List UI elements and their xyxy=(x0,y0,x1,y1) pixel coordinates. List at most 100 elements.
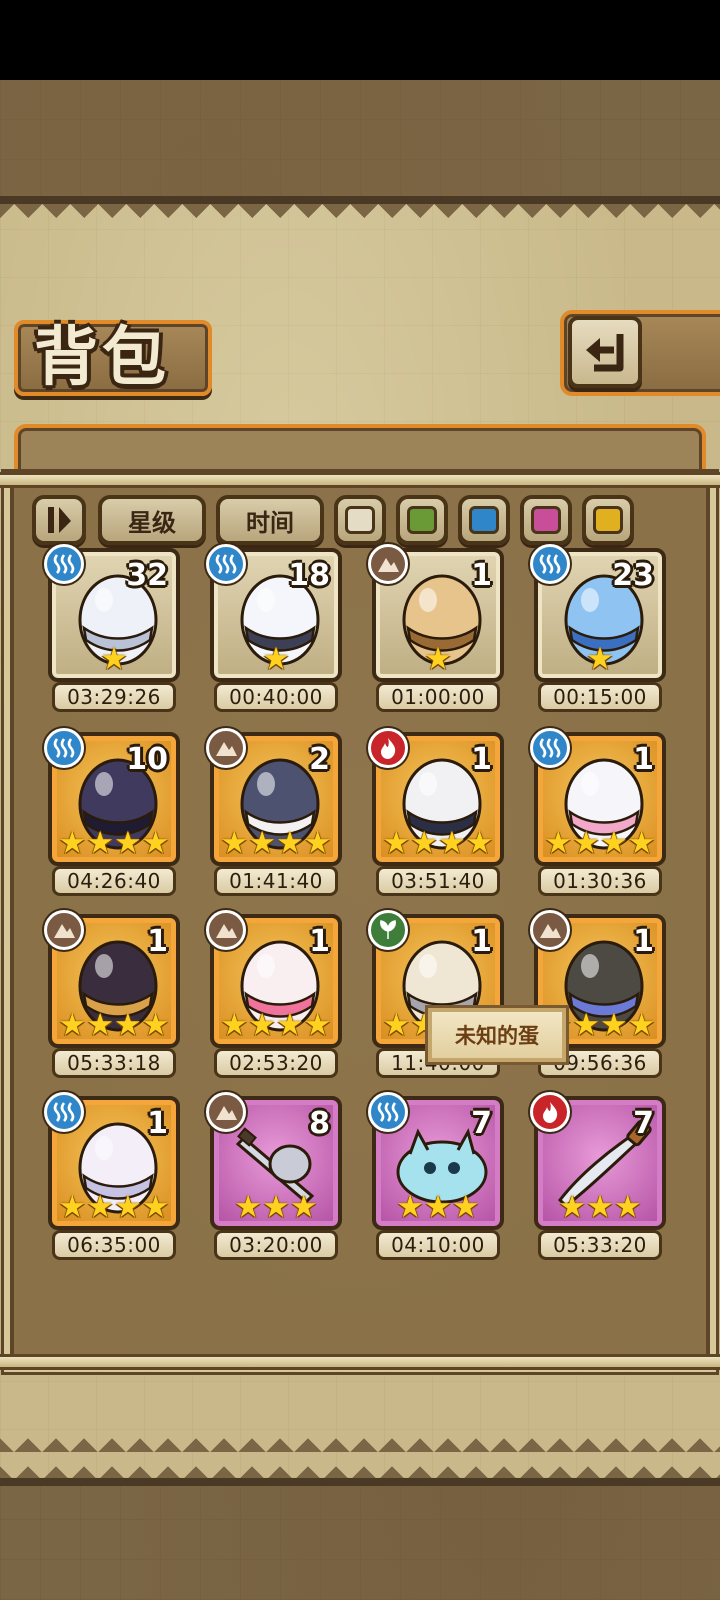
panel-rail-bottom xyxy=(0,1354,720,1370)
egg-slot[interactable]: 1 ★ xyxy=(368,544,504,682)
element-badge xyxy=(44,1092,84,1132)
star-icon: ★ xyxy=(438,825,466,861)
white-filter-button[interactable] xyxy=(334,495,386,545)
element-badge xyxy=(206,728,246,768)
item-count: 23 xyxy=(612,558,654,593)
item-count: 7 xyxy=(633,1106,654,1141)
star-icon: ★ xyxy=(382,825,411,861)
item-count: 32 xyxy=(126,558,168,593)
egg-slot[interactable]: 10 ★ ★ ★ ★ xyxy=(44,728,180,866)
star-icon: ★ xyxy=(613,1189,642,1225)
item-name-tooltip: 未知的蛋 xyxy=(428,1008,566,1062)
hatch-timer: 03:51:40 xyxy=(376,866,500,896)
item-count: 1 xyxy=(633,924,654,959)
hatch-timer: 01:41:40 xyxy=(214,866,338,896)
star-icon: ★ xyxy=(303,825,332,861)
star-icon: ★ xyxy=(114,1189,142,1225)
torn-edge-top xyxy=(0,204,720,232)
star-icon: ★ xyxy=(234,1189,263,1225)
star-rating: ★ ★ ★ xyxy=(376,1190,500,1224)
star-icon: ★ xyxy=(141,825,170,861)
pink-filter-button[interactable] xyxy=(520,495,572,545)
fire-element-icon xyxy=(381,738,396,759)
hatch-timer: 04:10:00 xyxy=(376,1230,500,1260)
yellow-filter-button[interactable] xyxy=(582,495,634,545)
water-element-icon xyxy=(53,1102,75,1122)
earth-element-icon xyxy=(540,924,561,938)
sort-order-button[interactable] xyxy=(32,495,86,545)
white-filter-swatch xyxy=(345,506,375,534)
star-rating: ★★★★ xyxy=(52,826,176,860)
water-element-icon xyxy=(53,554,75,574)
star-icon: ★ xyxy=(58,1007,87,1043)
egg-slot[interactable]: 1★★★★ xyxy=(206,910,342,1048)
green-filter-swatch xyxy=(407,506,437,534)
star-icon: ★ xyxy=(572,825,600,861)
star-icon: ★ xyxy=(558,1189,587,1225)
egg-slot[interactable]: 1 ★★★★ xyxy=(44,1092,180,1230)
egg-slot[interactable]: 1★★★★ xyxy=(368,728,504,866)
star-icon: ★ xyxy=(627,1007,656,1043)
panel-rail-top xyxy=(0,472,720,488)
egg-slot[interactable]: 7 ★ ★ ★ xyxy=(530,1092,666,1230)
pink-filter-swatch xyxy=(531,506,561,534)
item-count: 1 xyxy=(633,742,654,777)
star-icon: ★ xyxy=(248,1007,276,1043)
star-icon: ★ xyxy=(600,825,628,861)
element-badge xyxy=(44,544,84,584)
star-icon: ★ xyxy=(262,641,290,677)
status-bar-area xyxy=(0,0,720,80)
star-icon: ★ xyxy=(424,641,452,677)
sort-by-time-button[interactable]: 时间 xyxy=(216,495,324,545)
star-icon: ★ xyxy=(382,1007,411,1043)
earth-element-icon xyxy=(54,924,75,938)
hatch-timer: 03:29:26 xyxy=(52,682,176,712)
sort-by-star-button[interactable]: 星级 xyxy=(98,495,206,545)
star-icon: ★ xyxy=(465,825,494,861)
wood-element-icon xyxy=(380,920,396,939)
blue-filter-swatch xyxy=(469,506,499,534)
star-icon: ★ xyxy=(303,1007,332,1043)
water-element-icon xyxy=(215,554,237,574)
star-rating: ★★★★ xyxy=(52,1190,176,1224)
star-rating: ★ xyxy=(52,642,176,676)
star-icon: ★ xyxy=(396,1189,425,1225)
egg-slot[interactable]: 8 ★ ★ ★ xyxy=(206,1092,342,1230)
egg-slot[interactable]: 1★★★★ xyxy=(530,728,666,866)
egg-slot[interactable]: 18 ★ xyxy=(206,544,342,682)
star-icon: ★ xyxy=(220,1007,249,1043)
element-badge xyxy=(530,910,570,950)
star-icon: ★ xyxy=(544,825,573,861)
star-icon: ★ xyxy=(86,825,114,861)
page-title: 背包 xyxy=(34,320,170,395)
element-badge xyxy=(368,1092,408,1132)
inventory-panel-header xyxy=(14,424,706,474)
star-icon: ★ xyxy=(114,1007,142,1043)
star-rating: ★ xyxy=(214,642,338,676)
element-badge xyxy=(368,728,408,768)
egg-slot[interactable]: 32 ★ xyxy=(44,544,180,682)
star-icon: ★ xyxy=(276,825,304,861)
item-count: 7 xyxy=(471,1106,492,1141)
star-icon: ★ xyxy=(58,1189,87,1225)
star-icon: ★ xyxy=(451,1189,480,1225)
back-button[interactable] xyxy=(568,316,642,388)
item-count: 1 xyxy=(147,1106,168,1141)
egg-slot[interactable]: 23 ★ xyxy=(530,544,666,682)
element-badge xyxy=(368,544,408,584)
item-count: 8 xyxy=(309,1106,330,1141)
hatch-timer: 01:30:36 xyxy=(538,866,662,896)
egg-slot[interactable]: 1★★★★ xyxy=(44,910,180,1048)
star-rating: ★ xyxy=(538,642,662,676)
star-icon: ★ xyxy=(141,1189,170,1225)
element-badge xyxy=(530,544,570,584)
water-element-icon xyxy=(539,554,561,574)
egg-slot[interactable]: 7 ★ ★ ★ xyxy=(368,1092,504,1230)
blue-filter-button[interactable] xyxy=(458,495,510,545)
item-count: 18 xyxy=(288,558,330,593)
star-icon: ★ xyxy=(586,641,614,677)
hatch-timer: 06:35:00 xyxy=(52,1230,176,1260)
egg-slot[interactable]: 2 ★ ★ ★ ★ xyxy=(206,728,342,866)
star-icon: ★ xyxy=(114,825,142,861)
green-filter-button[interactable] xyxy=(396,495,448,545)
